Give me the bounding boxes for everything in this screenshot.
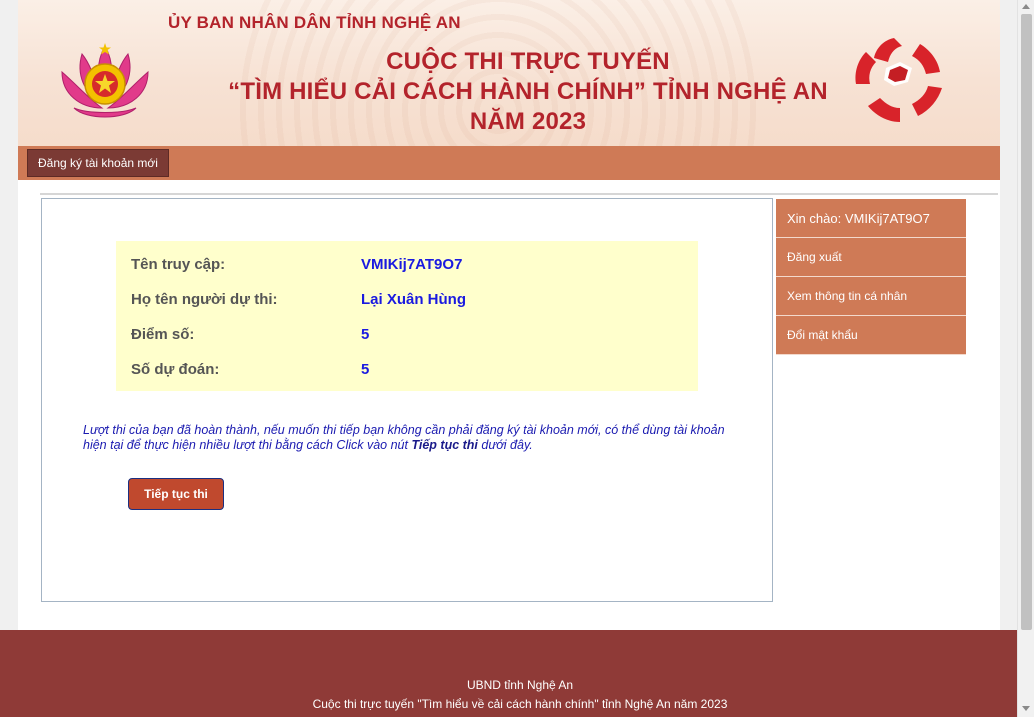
organization-name: ỦY BAN NHÂN DÂN TỈNH NGHỆ AN [168, 13, 461, 32]
username-label: Tên truy cập: [131, 256, 226, 273]
sidebar-item-profile[interactable]: Xem thông tin cá nhân [776, 277, 966, 316]
user-sidebar: Xin chào: VMIKij7AT9O7 Đăng xuất Xem thô… [776, 199, 966, 355]
register-button[interactable]: Đăng ký tài khoản mới [27, 149, 169, 177]
scroll-down-arrow-icon[interactable] [1022, 706, 1030, 711]
greeting-item: Xin chào: VMIKij7AT9O7 [776, 199, 966, 238]
divider [40, 193, 998, 195]
info-row-fullname: Họ tên người dự thi: Lại Xuân Hùng [131, 282, 691, 317]
scroll-up-arrow-icon[interactable] [1022, 4, 1030, 9]
prediction-label: Số dự đoán: [131, 361, 220, 378]
nav-bar: Đăng ký tài khoản mới [18, 146, 1000, 180]
footer-line-2: Cuộc thi trực tuyến "Tìm hiểu về cải các… [312, 697, 728, 711]
username-value: VMIKij7AT9O7 [361, 256, 463, 273]
score-label: Điểm số: [131, 326, 195, 343]
sidebar-item-logout[interactable]: Đăng xuất [776, 238, 966, 277]
result-info-box: Tên truy cập: VMIKij7AT9O7 Họ tên người … [116, 241, 698, 391]
vertical-scrollbar[interactable] [1017, 0, 1034, 717]
admin-reform-star-logo-icon [855, 38, 942, 122]
footer-line-1: UBND tỉnh Nghệ An [466, 678, 574, 692]
page-title: CUỘC THI TRỰC TUYẾN “TÌM HIỂU CẢI CÁCH H… [158, 47, 898, 137]
fullname-value: Lại Xuân Hùng [361, 291, 466, 308]
lotus-emblem-icon [61, 43, 149, 118]
title-line-2: “TÌM HIỂU CẢI CÁCH HÀNH CHÍNH” TỈNH NGHỆ… [228, 78, 828, 105]
title-line-3: NĂM 2023 [469, 108, 587, 135]
fullname-label: Họ tên người dự thi: [131, 291, 278, 308]
info-row-score: Điểm số: 5 [131, 317, 691, 352]
continue-button[interactable]: Tiếp tục thi [128, 478, 224, 510]
page-container: ỦY BAN NHÂN DÂN TỈNH NGHỆ AN CUỘC THI TR… [18, 0, 1000, 632]
result-panel: Tên truy cập: VMIKij7AT9O7 Họ tên người … [41, 198, 773, 602]
completion-note: Lượt thi của bạn đã hoàn thành, nếu muốn… [83, 423, 743, 453]
info-row-prediction: Số dự đoán: 5 [131, 352, 691, 387]
header-banner: ỦY BAN NHÂN DÂN TỈNH NGHỆ AN CUỘC THI TR… [18, 0, 1000, 146]
note-highlight: Tiếp tục thi [411, 438, 478, 452]
sidebar-item-change-password[interactable]: Đổi mật khẩu [776, 316, 966, 355]
footer: UBND tỉnh Nghệ An Cuộc thi trực tuyến "T… [0, 630, 1034, 717]
prediction-value: 5 [361, 361, 370, 378]
score-value: 5 [361, 326, 370, 343]
note-text-after: dưới đây. [477, 438, 533, 452]
scroll-thumb[interactable] [1021, 14, 1032, 630]
note-text-before: Lượt thi của bạn đã hoàn thành, nếu muốn… [83, 423, 725, 452]
title-line-1: CUỘC THI TRỰC TUYẾN [386, 48, 670, 75]
info-row-username: Tên truy cập: VMIKij7AT9O7 [131, 247, 691, 282]
